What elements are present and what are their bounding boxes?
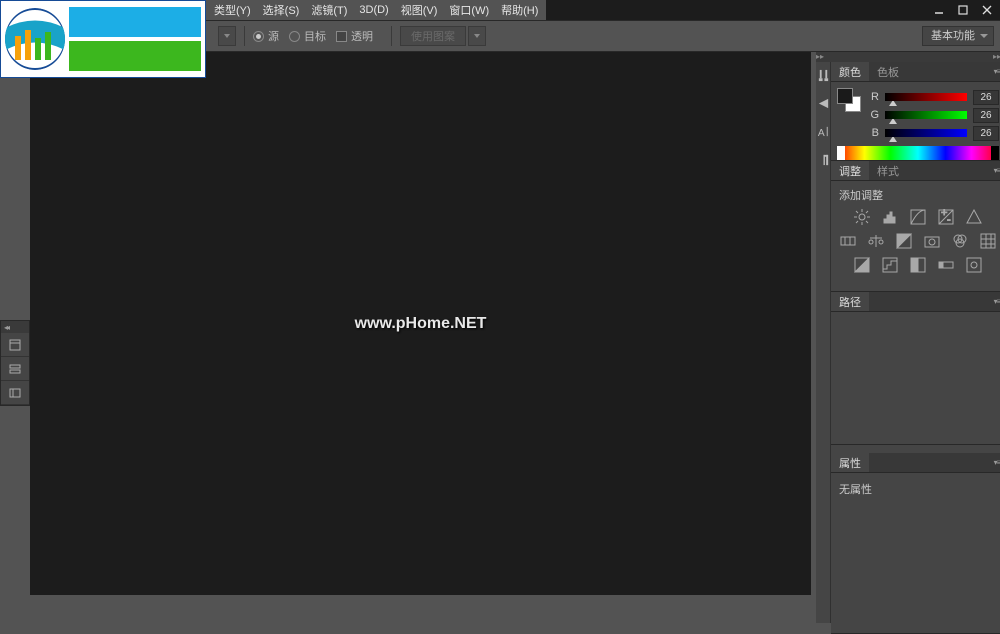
tab-color[interactable]: 颜色 [831, 62, 869, 81]
adj-photo-filter-icon[interactable] [923, 233, 941, 249]
brush-icon[interactable] [816, 96, 830, 110]
slider-g[interactable] [885, 110, 967, 120]
slider-b[interactable] [885, 128, 967, 138]
label-r: R [869, 91, 879, 103]
menu-select[interactable]: 选择(S) [257, 0, 306, 20]
fg-bg-swatch[interactable] [837, 88, 861, 112]
adj-exposure-icon[interactable]: +- [937, 209, 955, 225]
left-panel-expand[interactable]: ◂◂ [1, 321, 29, 333]
paths-panel-menu[interactable] [989, 292, 1000, 311]
svg-text:A: A [817, 128, 824, 138]
properties-panel: 属性 无属性 [831, 453, 1000, 634]
tab-swatches[interactable]: 色板 [869, 62, 907, 81]
logo-overlay [0, 0, 206, 78]
color-panel-menu[interactable] [989, 62, 1000, 81]
workspace: www.pHome.NET ◂◂ [0, 52, 816, 623]
adj-curves-icon[interactable] [909, 209, 927, 225]
actions-icon[interactable] [1, 357, 29, 381]
logo-bar-blue [69, 7, 201, 37]
color-panel: ▸▸ 颜色 色板 R 26 G [831, 52, 1000, 161]
logo-icon [5, 8, 65, 70]
color-panel-collapse[interactable]: ▸▸ [993, 52, 1000, 62]
minimize-button[interactable] [928, 2, 950, 18]
tab-paths[interactable]: 路径 [831, 292, 869, 311]
label-g: G [869, 109, 879, 121]
menu-help[interactable]: 帮助(H) [495, 0, 544, 20]
left-collapsed-panel: ◂◂ [0, 320, 30, 406]
adj-threshold-icon[interactable] [909, 257, 927, 273]
right-dock: ▸▸ A ▸▸ 颜色 色板 R [816, 52, 1000, 623]
menu-type[interactable]: 类型(Y) [208, 0, 257, 20]
option-pattern-picker [468, 26, 486, 46]
adj-gradient-map-icon[interactable] [937, 257, 955, 273]
brush-presets-icon[interactable] [816, 68, 830, 82]
adj-balance-icon[interactable] [867, 233, 885, 249]
watermark: www.pHome.NET [355, 315, 487, 333]
slider-r[interactable] [885, 92, 967, 102]
adj-invert-icon[interactable] [853, 257, 871, 273]
tab-styles[interactable]: 样式 [869, 161, 907, 180]
adj-hue-icon[interactable] [839, 233, 857, 249]
dock-strip: ▸▸ A [816, 52, 831, 623]
value-g[interactable]: 26 [973, 108, 999, 123]
info-icon[interactable] [1, 381, 29, 405]
option-transparent[interactable]: 透明 [336, 28, 373, 44]
adjustments-panel-menu[interactable] [989, 161, 1000, 180]
option-dest[interactable]: 目标 [289, 28, 326, 44]
menu-filter[interactable]: 滤镜(T) [305, 0, 353, 20]
adj-lookup-icon[interactable] [979, 233, 997, 249]
option-tool-preset[interactable] [218, 26, 236, 46]
menu-3d[interactable]: 3D(D) [353, 2, 394, 18]
adj-selective-color-icon[interactable] [965, 257, 983, 273]
strip-collapse[interactable]: ▸▸ [816, 52, 832, 62]
svg-text:-: - [947, 214, 951, 225]
adj-brightness-icon[interactable] [853, 209, 871, 225]
value-r[interactable]: 26 [973, 90, 999, 105]
menu-view[interactable]: 视图(V) [395, 0, 444, 20]
tab-adjustments[interactable]: 调整 [831, 161, 869, 180]
close-button[interactable] [976, 2, 998, 18]
label-b: B [869, 127, 879, 139]
paragraph-icon[interactable] [816, 152, 830, 166]
menu-window[interactable]: 窗口(W) [443, 0, 495, 20]
option-use-pattern: 使用图案 [400, 26, 466, 46]
hue-strip[interactable] [837, 146, 999, 160]
logo-bar-green [69, 41, 201, 71]
adjustments-title: 添加调整 [839, 187, 997, 203]
adj-levels-icon[interactable] [881, 209, 899, 225]
foreground-color[interactable] [837, 88, 853, 104]
workspace-switcher[interactable]: 基本功能 [922, 26, 994, 46]
adjustments-panel: 调整 样式 添加调整 +- [831, 161, 1000, 292]
canvas-area[interactable]: www.pHome.NET [30, 52, 811, 595]
menubar: 类型(Y) 选择(S) 滤镜(T) 3D(D) 视图(V) 窗口(W) 帮助(H… [206, 0, 546, 20]
adj-channel-mixer-icon[interactable] [951, 233, 969, 249]
adj-posterize-icon[interactable] [881, 257, 899, 273]
maximize-button[interactable] [952, 2, 974, 18]
properties-empty: 无属性 [839, 484, 872, 496]
history-icon[interactable] [1, 333, 29, 357]
paths-panel: 路径 [831, 292, 1000, 445]
properties-panel-menu[interactable] [989, 453, 1000, 472]
adj-bw-icon[interactable] [895, 233, 913, 249]
tab-properties[interactable]: 属性 [831, 453, 869, 472]
paths-body[interactable] [831, 312, 1000, 444]
properties-body: 无属性 [831, 473, 1000, 633]
character-icon[interactable]: A [816, 124, 830, 138]
adj-vibrance-icon[interactable] [965, 209, 983, 225]
option-source[interactable]: 源 [253, 28, 279, 44]
value-b[interactable]: 26 [973, 126, 999, 141]
